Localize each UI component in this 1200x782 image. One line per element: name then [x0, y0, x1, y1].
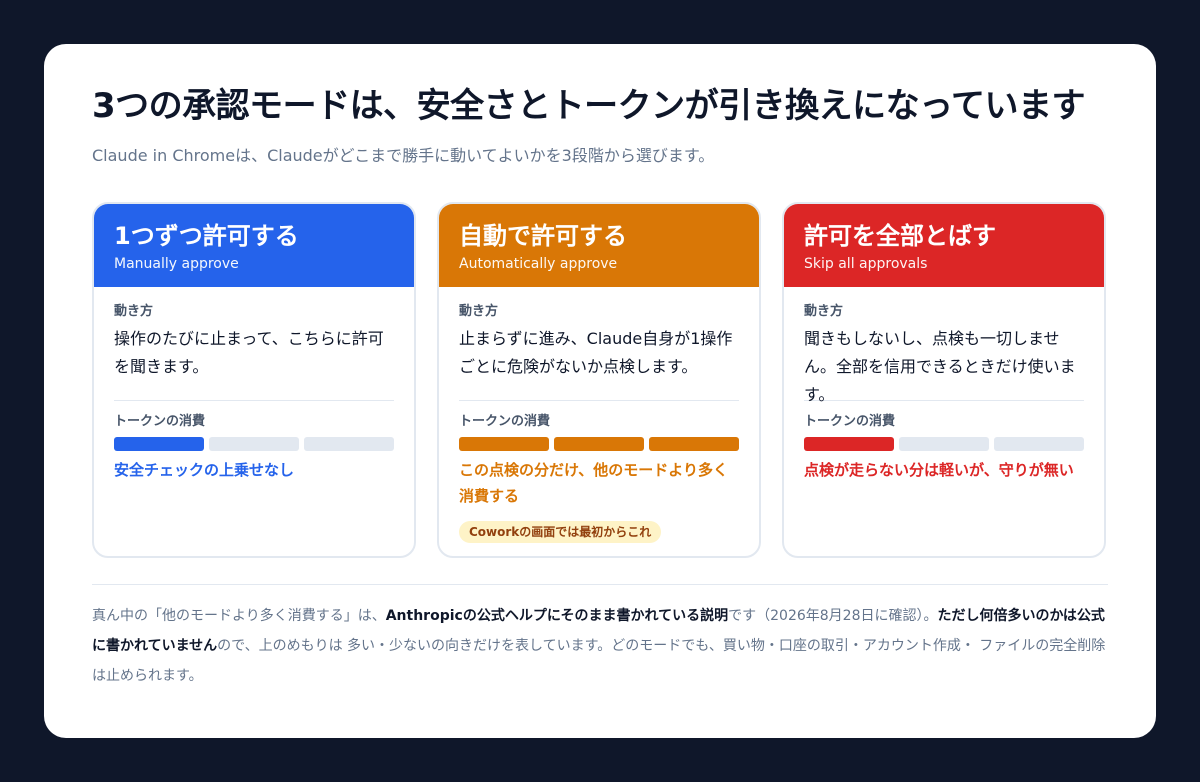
token-meter [114, 437, 394, 451]
token-meter-segment [899, 437, 989, 451]
token-meter-segment [304, 437, 394, 451]
token-meter-segment [459, 437, 549, 451]
token-meter-segment [649, 437, 739, 451]
card-description: 聞きもしないし、点検も一切しません。全部を信用できるときだけ使います。 [804, 329, 1076, 404]
token-label: トークンの消費 [114, 414, 206, 429]
token-meter [804, 437, 1084, 451]
card-subtitle-en: Automatically approve [459, 256, 618, 272]
card-subtitle-en: Skip all approvals [804, 256, 928, 272]
footnote-text: ので、上のめもりは 多い・少ないの向きだけを表しています。どのモードでも、買い物… [92, 638, 1106, 684]
card-title: 許可を全部とばす [804, 222, 996, 250]
card-subtitle-en: Manually approve [114, 256, 239, 272]
mode-card-skip: 許可を全部とばす Skip all approvals 動き方 聞きもしないし、… [782, 202, 1106, 558]
card-header: 1つずつ許可する Manually approve [94, 204, 414, 287]
token-meter-segment [209, 437, 299, 451]
how-label: 動き方 [114, 304, 154, 319]
card-note: 点検が走らない分は軽いが、守りが無い [804, 461, 1074, 479]
card-body: 動き方 操作のたびに止まって、こちらに許可を聞きます。 トークンの消費 安全チェ… [94, 287, 414, 483]
card-note: この点検の分だけ、他のモードより多く消費する [459, 461, 728, 505]
default-badge: Coworkの画面では最初からこれ [459, 521, 662, 543]
how-label: 動き方 [804, 304, 844, 319]
page-subtitle: Claude in Chromeは、Claudeがどこまで勝手に動いてよいかを3… [92, 146, 715, 165]
card-description: 操作のたびに止まって、こちらに許可を聞きます。 [114, 329, 384, 376]
footnote-text: です（2026年8月28日に確認）。 [728, 608, 938, 624]
mode-cards: 1つずつ許可する Manually approve 動き方 操作のたびに止まって… [92, 202, 1108, 558]
footnote-text: 真ん中の「他のモードより多く消費する」は、 [92, 608, 386, 624]
card-description: 止まらずに進み、Claude自身が1操作ごとに危険がないか点検します。 [459, 329, 733, 376]
card-body: 動き方 止まらずに進み、Claude自身が1操作ごとに危険がないか点検します。 … [439, 287, 759, 543]
token-meter-segment [554, 437, 644, 451]
card-body: 動き方 聞きもしないし、点検も一切しません。全部を信用できるときだけ使います。 … [784, 287, 1104, 483]
main-panel: 3つの承認モードは、安全さとトークンが引き換えになっています Claude in… [44, 44, 1156, 738]
token-meter-segment [804, 437, 894, 451]
token-meter-segment [994, 437, 1084, 451]
mode-card-manual: 1つずつ許可する Manually approve 動き方 操作のたびに止まって… [92, 202, 416, 558]
footnote-emphasis: Anthropicの公式ヘルプにそのまま書かれている説明 [385, 608, 729, 624]
section-divider [92, 584, 1108, 585]
card-note: 安全チェックの上乗せなし [114, 461, 295, 479]
token-meter-segment [114, 437, 204, 451]
card-divider [459, 400, 739, 401]
how-label: 動き方 [459, 304, 499, 319]
card-title: 1つずつ許可する [114, 222, 299, 250]
page-title: 3つの承認モードは、安全さとトークンが引き換えになっています [92, 86, 1085, 126]
card-title: 自動で許可する [459, 222, 627, 250]
card-divider [804, 400, 1084, 401]
token-label: トークンの消費 [459, 414, 551, 429]
mode-card-auto: 自動で許可する Automatically approve 動き方 止まらずに進… [437, 202, 761, 558]
footnote: 真ん中の「他のモードより多く消費する」は、Anthropicの公式ヘルプにそのま… [92, 601, 1108, 691]
token-label: トークンの消費 [804, 414, 896, 429]
card-header: 許可を全部とばす Skip all approvals [784, 204, 1104, 287]
token-meter [459, 437, 739, 451]
card-header: 自動で許可する Automatically approve [439, 204, 759, 287]
card-divider [114, 400, 394, 401]
